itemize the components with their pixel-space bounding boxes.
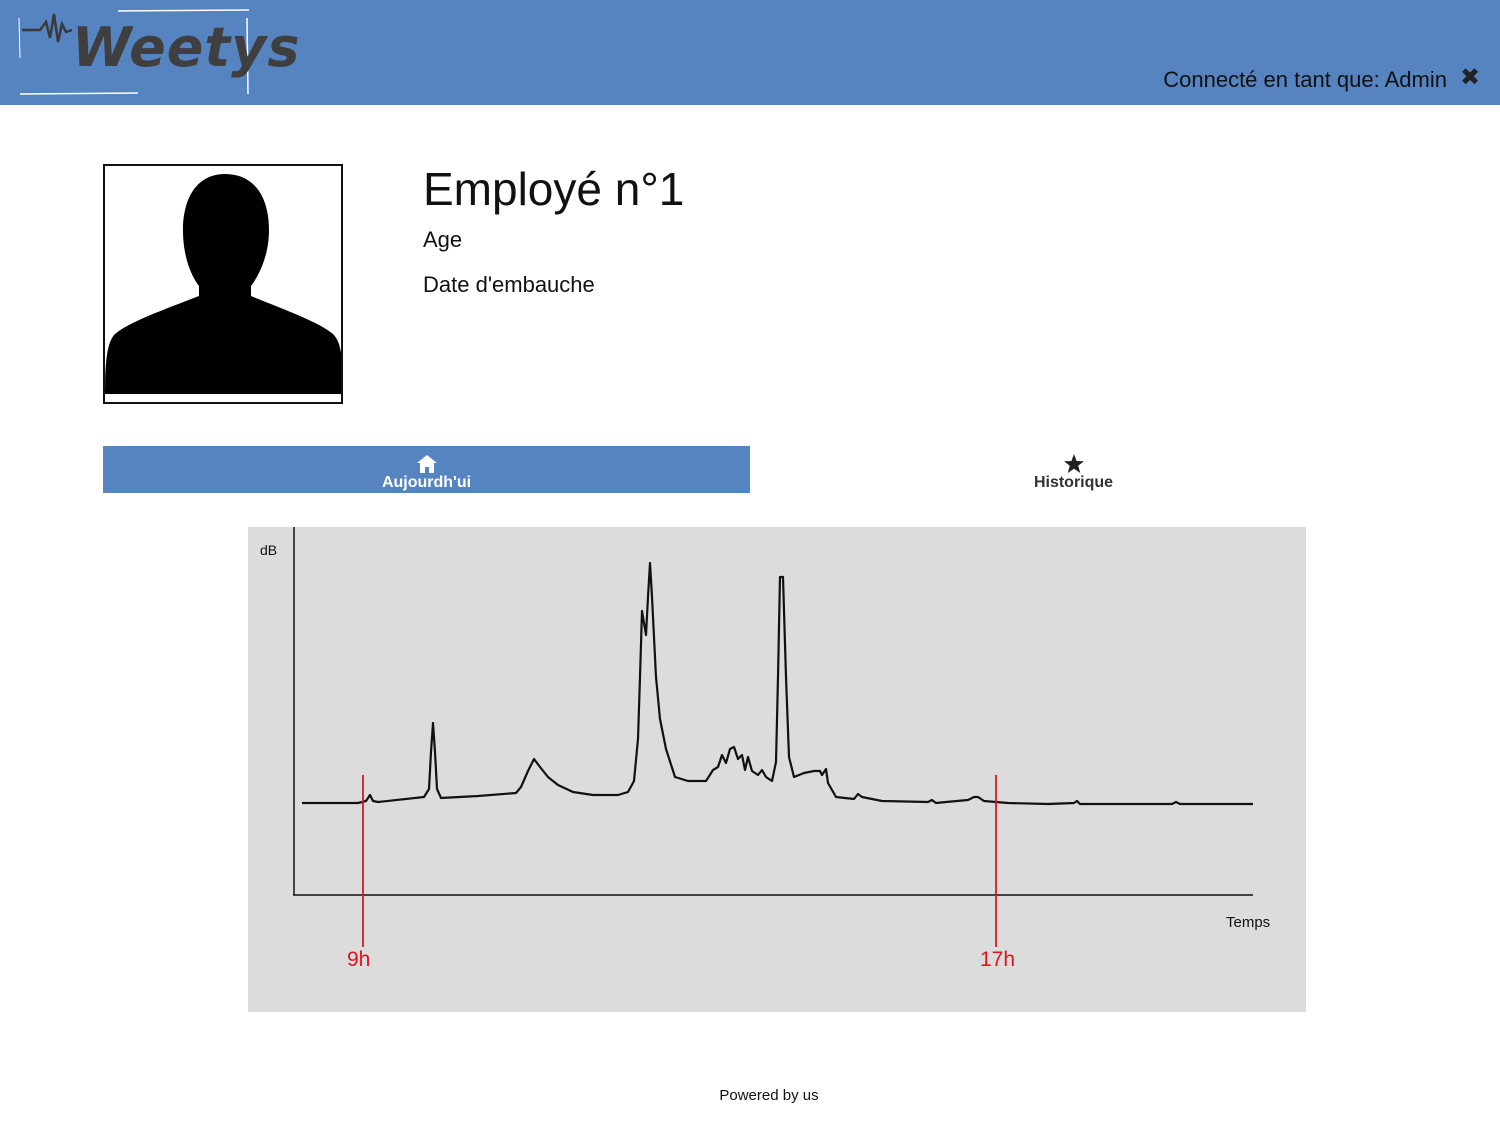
logged-in-user-label: Connecté en tant que: Admin bbox=[1163, 67, 1447, 92]
star-icon bbox=[1063, 454, 1084, 473]
top-header: Weetys Connecté en tant que: Admin ✖ bbox=[0, 0, 1500, 105]
user-silhouette-icon bbox=[105, 174, 341, 394]
home-icon bbox=[416, 455, 437, 473]
footer-text: Powered by us bbox=[719, 1087, 819, 1104]
tab-today[interactable]: Aujourdh'ui bbox=[103, 446, 750, 493]
employee-name: Employé n°1 bbox=[423, 163, 685, 215]
marker-17h-label: 17h bbox=[980, 948, 1015, 971]
avatar bbox=[103, 164, 343, 404]
sound-level-line bbox=[302, 561, 1253, 806]
marker-9h-label: 9h bbox=[347, 948, 370, 971]
chart-svg: dB Temps 9h 17h bbox=[260, 527, 1270, 971]
tab-history[interactable]: Historique bbox=[750, 446, 1397, 493]
tab-today-label: Aujourdh'ui bbox=[381, 474, 472, 491]
close-icon[interactable]: ✖ bbox=[1458, 66, 1482, 90]
employee-hire-date-label: Date d'embauche bbox=[423, 272, 595, 297]
sound-level-chart: dB Temps 9h 17h bbox=[248, 527, 1306, 1012]
view-tabs: Aujourdh'ui Historique bbox=[103, 446, 1397, 493]
weetys-logo[interactable]: Weetys bbox=[18, 8, 300, 96]
employee-age-label: Age bbox=[423, 227, 463, 252]
tab-history-label: Historique bbox=[1033, 474, 1114, 491]
y-axis-label: dB bbox=[260, 542, 277, 558]
logo-text: Weetys bbox=[72, 16, 301, 79]
x-axis-label: Temps bbox=[1226, 914, 1270, 931]
